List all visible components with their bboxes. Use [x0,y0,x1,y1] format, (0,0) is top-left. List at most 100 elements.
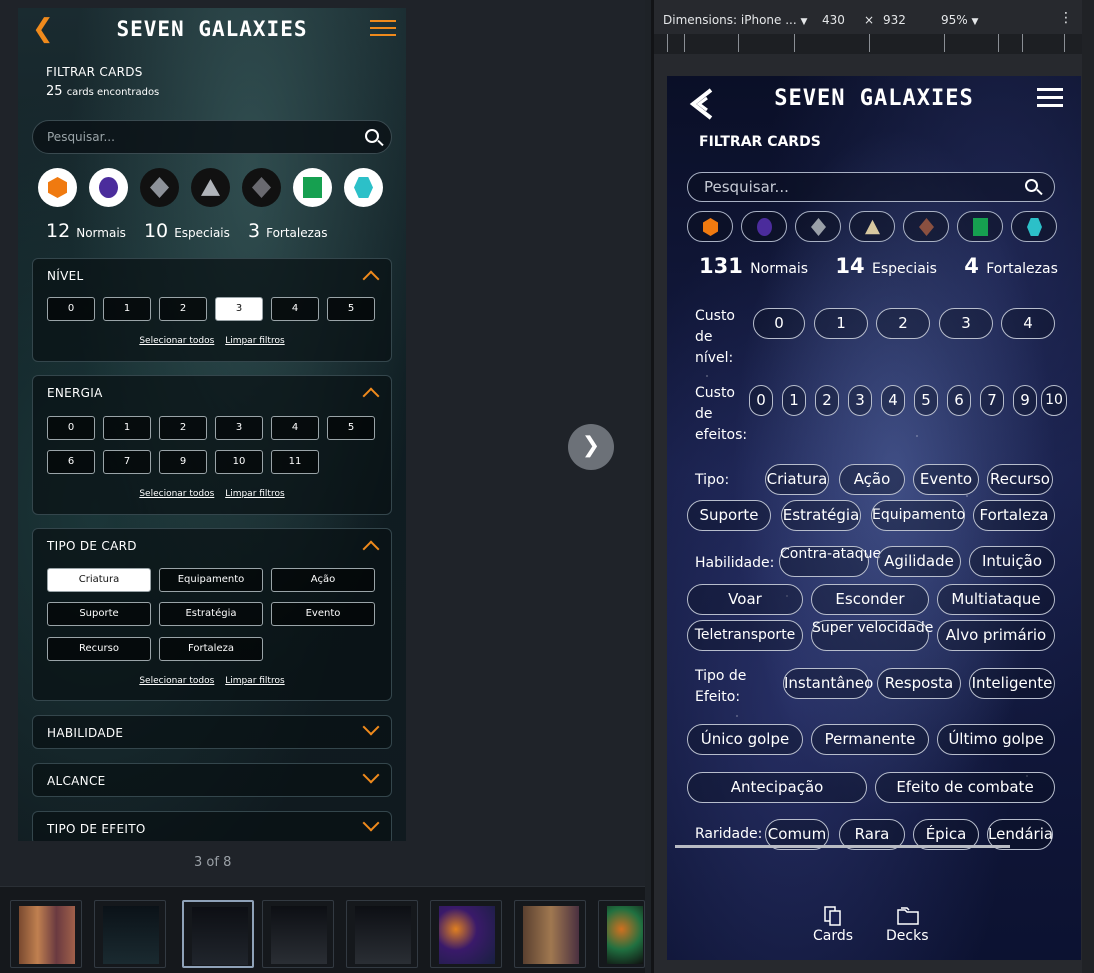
purple-gem-icon [89,168,128,207]
custo-nivel-option[interactable]: 3 [939,308,993,339]
tipo-option[interactable]: Evento [913,464,979,495]
select-all-link: Selecionar todos [139,676,215,686]
tipo-efeito-option[interactable]: Permanente [811,724,929,755]
count-normais: 131 Normais [699,254,809,278]
next-image-button[interactable]: ❯ [568,424,614,470]
tipo-option[interactable]: Recurso [987,464,1053,495]
device-select[interactable]: Dimensions: iPhone ... ▼ [663,13,807,27]
custo-efeitos-option[interactable]: 10 [1041,385,1067,416]
cards-icon [823,906,843,926]
tipo-option: Evento [271,602,375,626]
custo-nivel-option[interactable]: 2 [876,308,930,339]
hamburger-menu-icon[interactable] [1037,88,1063,108]
tipo-efeito-option[interactable]: Resposta [877,668,961,699]
mockup-search-placeholder: Pesquisar... [47,130,115,144]
custo-efeitos-option[interactable]: 2 [815,385,839,416]
tipo-option: Suporte [47,602,151,626]
chevron-up-icon [362,387,380,405]
gem-filter-purple[interactable] [741,211,787,242]
emulated-app: SEVEN GALAXIES FILTRAR CARDS Pesquisar..… [667,76,1081,960]
habilidade-option[interactable]: Agilidade [877,546,961,577]
thumbnail[interactable] [262,900,334,968]
zoom-select[interactable]: 95% ▼ [941,13,978,27]
custo-efeitos-option[interactable]: 1 [782,385,806,416]
custo-efeitos-option[interactable]: 5 [914,385,938,416]
thumbnail[interactable] [10,900,82,968]
gem-filters [687,211,1057,243]
thumbnail[interactable] [430,900,502,968]
gem-filter-orange[interactable] [687,211,733,242]
habilidade-option[interactable]: Alvo primário [937,620,1055,651]
gem-filter-green[interactable] [957,211,1003,242]
tipo-efeito-option[interactable]: Único golpe [687,724,803,755]
tipo-option[interactable]: Fortaleza [973,500,1055,531]
custo-efeitos-option[interactable]: 6 [947,385,971,416]
tipo-efeito-option[interactable]: Efeito de combate [875,772,1055,803]
habilidade-option[interactable]: Intuição [969,546,1055,577]
search-icon[interactable] [1025,179,1038,192]
tipo-option[interactable]: Estratégia [781,500,861,531]
caret-down-icon: ▼ [971,17,979,27]
width-input[interactable]: 430 [822,13,845,27]
nav-cards-label: Cards [813,928,854,944]
habilidade-option[interactable]: Teletransporte [687,620,803,651]
tipo-option[interactable]: Equipamento [871,500,965,531]
thumbnail-strip [0,886,645,973]
panel-title: ENERGIA [47,386,103,400]
thumbnail-active[interactable] [182,900,254,968]
custo-nivel-option[interactable]: 0 [753,308,805,339]
energia-option: 2 [159,416,207,440]
nav-decks[interactable]: Decks [886,906,929,944]
thumbnail[interactable] [346,900,418,968]
thumbnail[interactable] [94,900,166,968]
chevron-down-icon [362,814,380,832]
custo-efeitos-option[interactable]: 4 [881,385,905,416]
habilidade-option[interactable]: Super velocidade [811,620,933,651]
found-label: cards encontrados [66,87,160,98]
mockup-panel-habilidade: HABILIDADE [32,715,392,749]
horizontal-scrollbar[interactable] [675,845,1010,848]
tipo-efeito-option[interactable]: Instantâneo [783,668,873,699]
custo-nivel-option[interactable]: 1 [814,308,868,339]
custo-efeitos-option[interactable]: 0 [749,385,773,416]
tipo-option[interactable]: Ação [839,464,905,495]
search-icon [365,129,379,143]
habilidade-option[interactable]: Voar [687,584,803,615]
custo-nivel-option[interactable]: 4 [1001,308,1055,339]
gem-filter-tan[interactable] [849,211,895,242]
more-options-icon[interactable]: ⋮ [1059,10,1073,26]
tipo-option[interactable]: Suporte [687,500,771,531]
panel-title: TIPO DE EFEITO [47,822,146,836]
silver-gem-icon [811,218,826,236]
tipo-efeito-label: Tipo de Efeito: [695,668,747,705]
count-especiais: 10 Especiais [143,220,230,242]
habilidade-option[interactable]: Contra-ataque [779,546,881,577]
thumbnail[interactable] [598,900,645,968]
habilidade-label: Habilidade: [695,555,775,571]
mockup-panel-energia: ENERGIA 0 1 2 3 4 5 6 7 9 10 11 Selecion… [32,375,392,515]
thumbnail[interactable] [514,900,586,968]
nav-decks-label: Decks [886,928,929,944]
tipo-efeito-option[interactable]: Antecipação [687,772,867,803]
media-query-ruler [654,34,1086,54]
nav-cards[interactable]: Cards [813,906,853,944]
folder-icon [897,906,919,926]
nivel-option-selected: 3 [215,297,263,321]
tipo-efeito-option[interactable]: Último golpe [937,724,1055,755]
custo-efeitos-option[interactable]: 7 [980,385,1004,416]
tipo-label: Tipo: [695,472,730,488]
panel-title: ALCANCE [47,774,106,788]
custo-efeitos-option[interactable]: 9 [1013,385,1037,416]
tipo-efeito-option[interactable]: Inteligente [969,668,1055,699]
custo-efeitos-option[interactable]: 3 [848,385,872,416]
tipo-option[interactable]: Criatura [765,464,829,495]
habilidade-option[interactable]: Esconder [811,584,929,615]
gem-filter-silver[interactable] [795,211,841,242]
times-symbol: × [864,13,875,27]
mockup-panel-nivel: NÍVEL 0 1 2 3 4 5 Selecionar todos Limpa… [32,258,392,362]
height-input[interactable]: 932 [883,13,906,27]
search-input[interactable]: Pesquisar... [687,172,1055,202]
gem-filter-dark[interactable] [903,211,949,242]
habilidade-option[interactable]: Multiataque [937,584,1055,615]
gem-filter-cyan[interactable] [1011,211,1057,242]
